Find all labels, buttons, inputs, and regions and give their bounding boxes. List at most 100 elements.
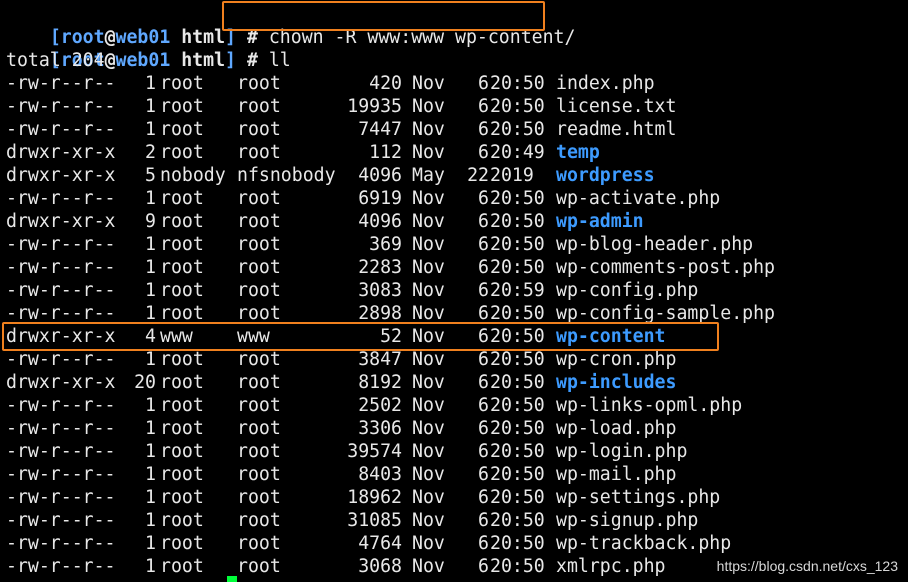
- listing-day: 6: [478, 257, 489, 278]
- listing-owner: root: [160, 510, 204, 531]
- listing-month: Nov: [412, 211, 445, 232]
- listing-size: 3068: [358, 556, 402, 577]
- listing-day: 6: [478, 119, 489, 140]
- listing-perm: -rw-r--r--: [6, 441, 116, 462]
- listing-group: root: [237, 395, 281, 416]
- listing-perm: -rw-r--r--: [6, 349, 116, 370]
- watermark-text: https://blog.csdn.net/cxs_123: [716, 558, 898, 574]
- listing-size: 8192: [358, 372, 402, 393]
- listing-size: 7447: [358, 119, 402, 140]
- total-line: total 204: [6, 50, 105, 71]
- listing-time: 20:50: [490, 73, 545, 94]
- listing-links: 5: [145, 165, 156, 186]
- listing-row: -rw-r--r-- 1 root root 3847 Nov 6 20:50 wp-cron.…: [6, 348, 896, 371]
- prompt-dir: html: [181, 50, 226, 71]
- listing-name: wp-trackback.php: [556, 533, 732, 554]
- listing-perm: -rw-r--r--: [6, 487, 116, 508]
- listing-day: 6: [478, 487, 489, 508]
- listing-time: 2019: [490, 165, 534, 186]
- listing-links: 1: [145, 119, 156, 140]
- listing-name: wordpress: [556, 165, 655, 186]
- listing-row: drwxr-xr-x 2 root root 112 Nov 6 20:49 temp: [6, 141, 896, 164]
- listing-owner: root: [160, 119, 204, 140]
- listing-day: 6: [478, 73, 489, 94]
- listing-day: 6: [478, 533, 489, 554]
- listing-links: 1: [145, 533, 156, 554]
- listing-month: Nov: [412, 119, 445, 140]
- prompt-host: web01: [115, 50, 171, 71]
- listing-month: Nov: [412, 188, 445, 209]
- listing-row: -rw-r--r-- 1 root root 369 Nov 6 20:50 wp-blog-h…: [6, 233, 896, 256]
- listing-perm: drwxr-xr-x: [6, 372, 116, 393]
- listing-group: root: [237, 234, 281, 255]
- listing-links: 1: [145, 73, 156, 94]
- listing-links: 1: [145, 556, 156, 577]
- listing-day: 6: [478, 349, 489, 370]
- listing-month: Nov: [412, 73, 445, 94]
- listing-size: 8403: [358, 464, 402, 485]
- listing-group: root: [237, 188, 281, 209]
- listing-month: Nov: [412, 487, 445, 508]
- listing-links: 1: [145, 441, 156, 462]
- listing-month: Nov: [412, 418, 445, 439]
- listing-size: 420: [369, 73, 402, 94]
- listing-owner: root: [160, 234, 204, 255]
- listing-row: -rw-r--r-- 1 root root 19935 Nov 6 20:50 license…: [6, 95, 896, 118]
- listing-group: root: [237, 464, 281, 485]
- listing-owner: root: [160, 188, 204, 209]
- terminal-window[interactable]: [root@web01 html] # chown -R www:www wp-…: [0, 0, 908, 582]
- listing-group: root: [237, 441, 281, 462]
- listing-name: license.txt: [556, 96, 677, 117]
- listing-month: Nov: [412, 280, 445, 301]
- listing-owner: root: [160, 257, 204, 278]
- listing-group: root: [237, 211, 281, 232]
- listing-time: 20:50: [490, 119, 545, 140]
- listing-size: 19935: [347, 96, 402, 117]
- listing-day: 6: [478, 142, 489, 163]
- listing-links: 1: [145, 395, 156, 416]
- listing-name: wp-admin: [556, 211, 644, 232]
- listing-group: root: [237, 372, 281, 393]
- listing-row: -rw-r--r-- 1 root root 18962 Nov 6 20:50 wp-sett…: [6, 486, 896, 509]
- listing-size: 3083: [358, 280, 402, 301]
- listing-row: drwxr-xr-x 5 nobody nfsnobody 4096 May 22 2019 w…: [6, 164, 896, 187]
- listing-name: wp-cron.php: [556, 349, 677, 370]
- listing-group: root: [237, 418, 281, 439]
- listing-name: temp: [556, 142, 600, 163]
- listing-row: -rw-r--r-- 1 root root 3306 Nov 6 20:50 wp-load.…: [6, 417, 896, 440]
- listing-perm: -rw-r--r--: [6, 395, 116, 416]
- listing-perm: -rw-r--r--: [6, 96, 116, 117]
- listing-perm: -rw-r--r--: [6, 510, 116, 531]
- listing-size: 3847: [358, 349, 402, 370]
- listing-owner: root: [160, 142, 204, 163]
- listing-owner: root: [160, 441, 204, 462]
- listing-name: wp-signup.php: [556, 510, 699, 531]
- command-text: ll: [268, 50, 291, 71]
- listing-month: Nov: [412, 257, 445, 278]
- listing-month: Nov: [412, 464, 445, 485]
- listing-name: wp-login.php: [556, 441, 688, 462]
- listing-day: 6: [478, 280, 489, 301]
- listing-name: xmlrpc.php: [556, 556, 666, 577]
- listing-perm: -rw-r--r--: [6, 464, 116, 485]
- listing-month: Nov: [412, 142, 445, 163]
- prompt-hash: #: [246, 50, 258, 71]
- listing-time: 20:50: [490, 188, 545, 209]
- listing-perm: -rw-r--r--: [6, 188, 116, 209]
- listing-group: root: [237, 487, 281, 508]
- listing-size: 112: [369, 142, 402, 163]
- listing-owner: root: [160, 556, 204, 577]
- listing-name: wp-comments-post.php: [556, 257, 775, 278]
- listing-owner: root: [160, 487, 204, 508]
- listing-size: 4096: [358, 211, 402, 232]
- listing-size: 369: [369, 234, 402, 255]
- listing-row: -rw-r--r-- 1 root root 7447 Nov 6 20:50 readme.h…: [6, 118, 896, 141]
- listing-row: -rw-r--r-- 1 root root 4764 Nov 6 20:50 wp-track…: [6, 532, 896, 555]
- listing-links: 1: [145, 510, 156, 531]
- listing-group: root: [237, 257, 281, 278]
- listing-links: 1: [145, 188, 156, 209]
- listing-group: root: [237, 142, 281, 163]
- listing-time: 20:50: [490, 418, 545, 439]
- listing-name: wp-links-opml.php: [556, 395, 743, 416]
- listing-owner: root: [160, 464, 204, 485]
